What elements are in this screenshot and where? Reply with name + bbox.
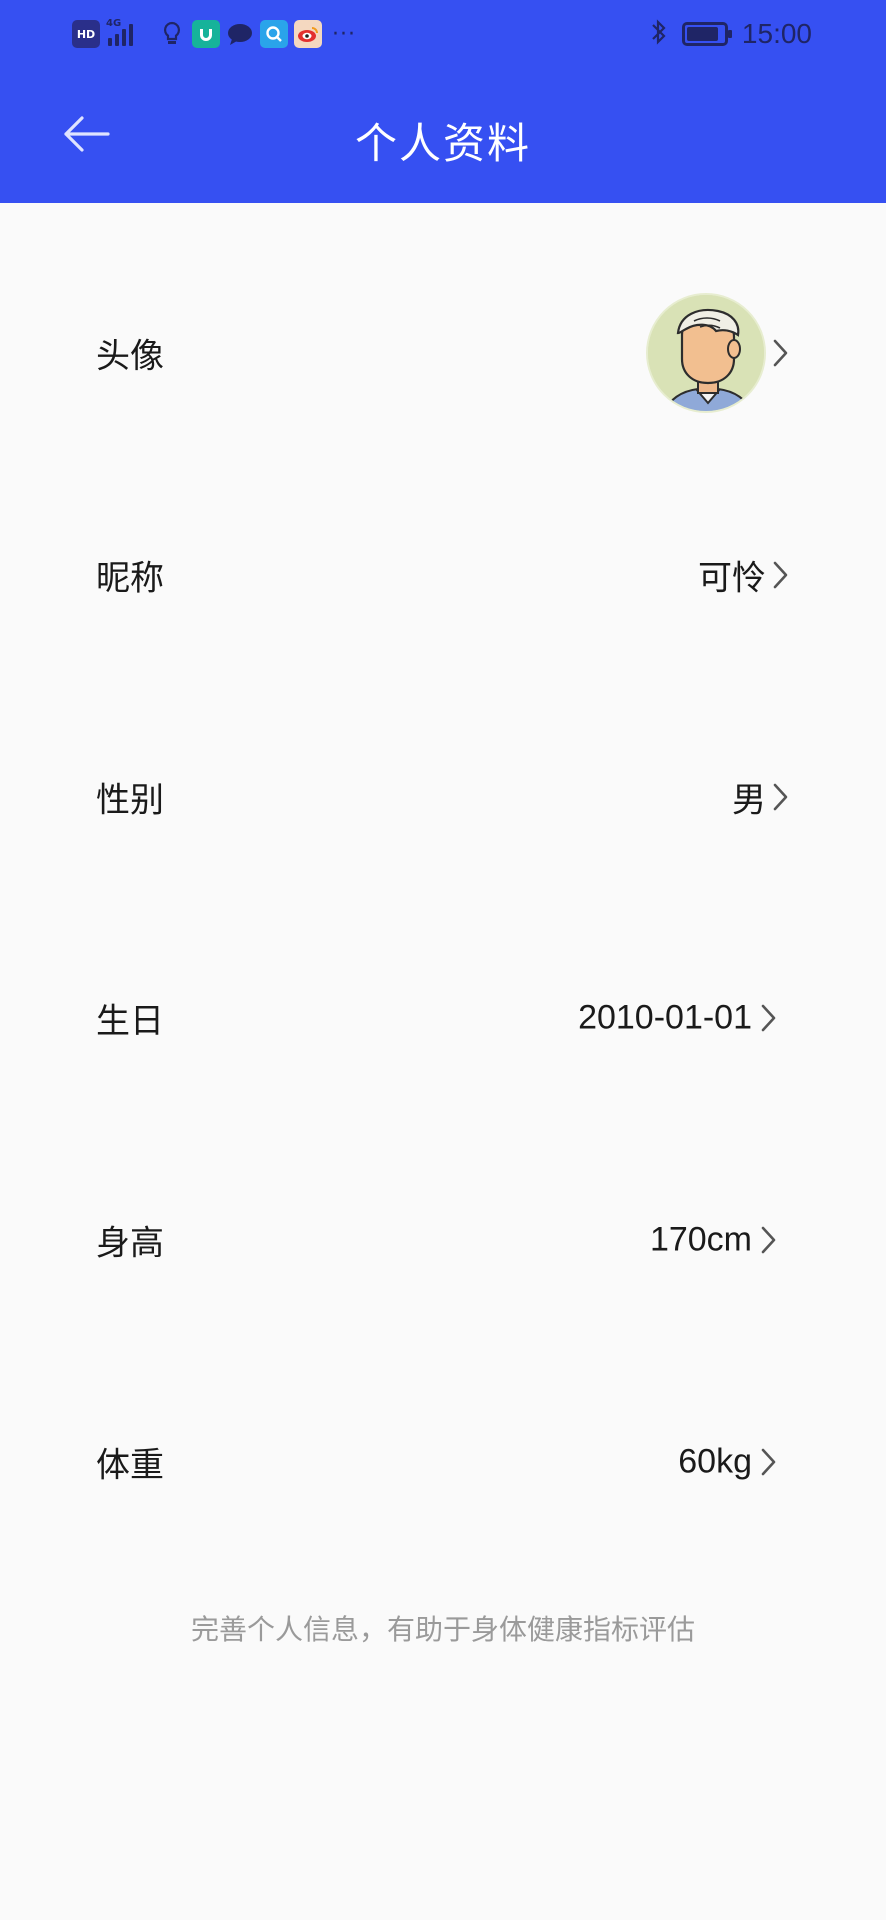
row-value-birthday: 2010-01-01: [578, 998, 752, 1037]
row-birthday[interactable]: 生日 2010-01-01: [0, 948, 886, 1088]
page-title: 个人资料: [354, 119, 531, 168]
chevron-right-icon: [761, 1226, 776, 1254]
row-label-weight: 体重: [96, 1445, 164, 1486]
network-type-label: 4G: [106, 18, 122, 29]
row-height[interactable]: 身高 170cm: [0, 1170, 886, 1310]
row-weight[interactable]: 体重 60kg: [0, 1392, 886, 1532]
chevron-right-icon: [761, 1448, 776, 1476]
chevron-right-icon: [773, 783, 788, 811]
clock: 15:00: [741, 18, 812, 49]
chevron-right-icon: [773, 339, 788, 367]
chevron-right-icon: [761, 1004, 776, 1032]
bulb-icon: [158, 20, 186, 48]
status-icons-left: HD 4G ···: [72, 18, 356, 50]
more-icon: ···: [332, 21, 356, 47]
profile-hint-text: 完善个人信息，有助于身体健康指标评估: [190, 1613, 695, 1646]
battery-icon: [681, 22, 732, 46]
row-label-nickname: 昵称: [96, 558, 164, 599]
chevron-right-icon: [773, 561, 788, 589]
status-icons-right: 15:00: [650, 16, 812, 52]
row-value-nickname: 可怜: [698, 558, 766, 599]
signal-4g-icon: 4G: [106, 18, 152, 48]
row-value-weight: 60kg: [678, 1442, 752, 1481]
chat-icon: [226, 20, 254, 48]
row-value-gender: 男: [732, 780, 766, 821]
status-bar: HD 4G ··· 15:00: [0, 0, 886, 68]
battery-level: [686, 27, 718, 41]
hd-icon: HD: [72, 20, 100, 48]
weibo-icon: [294, 20, 322, 48]
row-value-height: 170cm: [649, 1220, 752, 1259]
search-app-icon: [260, 20, 288, 48]
row-gender[interactable]: 性别 男: [0, 727, 886, 867]
avatar: [646, 293, 766, 413]
bluetooth-icon: [650, 18, 668, 50]
row-nickname[interactable]: 昵称 可怜: [0, 505, 886, 645]
app-header: HD 4G ··· 15:00 个人资料: [0, 0, 886, 203]
mi-icon: [192, 20, 220, 48]
row-avatar[interactable]: 头像: [0, 283, 886, 423]
row-label-gender: 性别: [96, 780, 164, 821]
row-label-height: 身高: [96, 1223, 164, 1264]
row-label-birthday: 生日: [96, 1001, 164, 1042]
row-label-avatar: 头像: [96, 336, 164, 377]
